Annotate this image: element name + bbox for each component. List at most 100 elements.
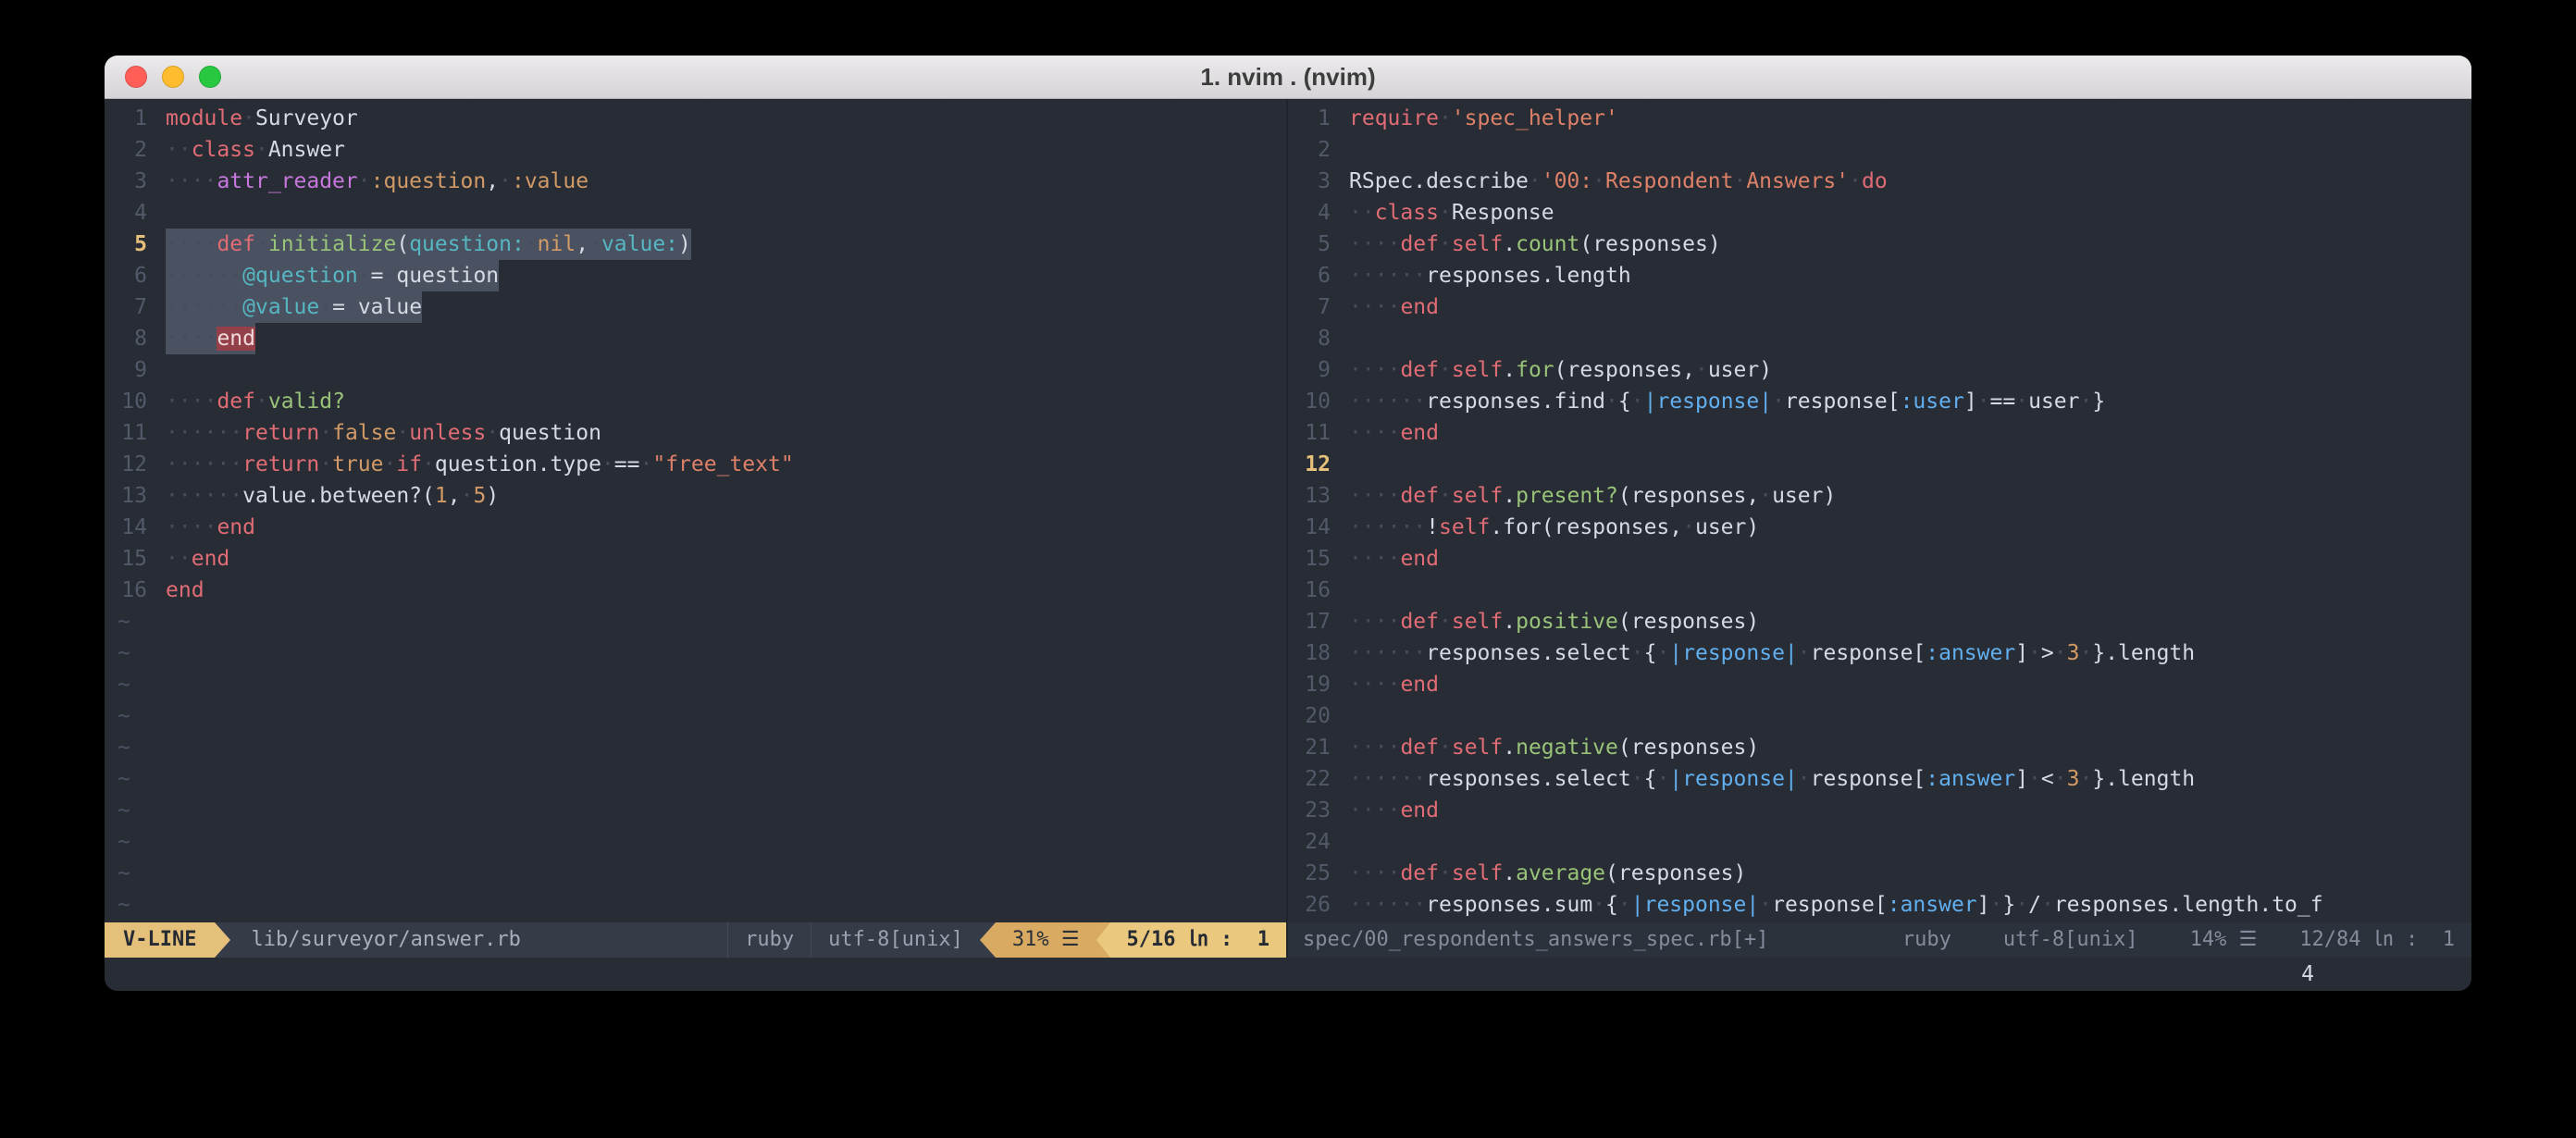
code-line[interactable]: 15····end (1288, 543, 2471, 575)
whitespace-dot-icon: · (1400, 893, 1413, 917)
whitespace-dot-icon: · (229, 452, 242, 476)
code-line[interactable]: 7······@value·=·value (105, 291, 1286, 323)
buffer-right[interactable]: 1require·'spec_helper'23RSpec.describe·'… (1288, 99, 2471, 922)
code-line[interactable]: 2 (1288, 134, 2471, 166)
code-line[interactable]: 19····end (1288, 669, 2471, 700)
code-text: ····def·initialize(question:·nil,·value:… (166, 229, 691, 260)
line-number: 4 (1288, 197, 1331, 229)
line-number: 20 (1288, 700, 1331, 732)
whitespace-dot-icon: · (1349, 390, 1362, 414)
whitespace-dot-icon: · (1413, 641, 1426, 665)
code-text: end (166, 575, 204, 606)
line-number: 15 (1288, 543, 1331, 575)
whitespace-dot-icon: · (1849, 169, 1862, 193)
code-text: ··end (166, 543, 229, 575)
whitespace-dot-icon: · (1349, 798, 1362, 823)
line-number: 14 (105, 512, 147, 543)
code-line[interactable]: 1require·'spec_helper' (1288, 103, 2471, 134)
code-line[interactable]: 5····def·self.count(responses) (1288, 229, 2471, 260)
command-line[interactable]: 4 (105, 958, 2471, 991)
whitespace-dot-icon: · (255, 390, 268, 414)
line-number: 3 (105, 166, 147, 197)
line-number: 2 (105, 134, 147, 166)
whitespace-dot-icon: · (1375, 295, 1388, 319)
code-line[interactable]: 4 (105, 197, 1286, 229)
code-line[interactable]: 9 (105, 354, 1286, 386)
editor-pane-right: 1require·'spec_helper'23RSpec.describe·'… (1288, 99, 2471, 958)
code-line[interactable]: 11······return·false·unless·question (105, 417, 1286, 449)
whitespace-dot-icon: · (1798, 641, 1811, 665)
whitespace-dot-icon: · (166, 515, 179, 539)
whitespace-dot-icon: · (179, 452, 192, 476)
empty-line-tilde: ~ (105, 669, 1286, 700)
code-text: ····end (1349, 291, 1439, 323)
code-line[interactable]: 12 (1288, 449, 2471, 480)
code-line[interactable]: 8····end (105, 323, 1286, 354)
whitespace-dot-icon: · (229, 264, 242, 288)
code-line[interactable]: 16 (1288, 575, 2471, 606)
empty-line-tilde: ~ (105, 795, 1286, 826)
code-line[interactable]: 13····def·self.present?(responses,·user) (1288, 480, 2471, 512)
code-line[interactable]: 7····end (1288, 291, 2471, 323)
code-text: ······responses.sum·{·|response|·respons… (1349, 889, 2323, 921)
whitespace-dot-icon: · (229, 295, 242, 319)
code-line[interactable]: 12······return·true·if·question.type·==·… (105, 449, 1286, 480)
showcmd-counter: 4 (2301, 958, 2314, 991)
code-line[interactable]: 26······responses.sum·{·|response|·respo… (1288, 889, 2471, 921)
minimize-button[interactable] (162, 66, 184, 88)
code-line[interactable]: 10····def·valid? (105, 386, 1286, 417)
code-text: ····attr_reader·:question,·:value (166, 166, 588, 197)
whitespace-dot-icon: · (1439, 232, 1452, 256)
titlebar[interactable]: 1. nvim . (nvim) (105, 56, 2471, 99)
code-line[interactable]: 25····def·self.average(responses) (1288, 858, 2471, 889)
code-line[interactable]: 24 (1288, 826, 2471, 858)
whitespace-dot-icon: · (1439, 106, 1452, 130)
code-line[interactable]: 20 (1288, 700, 2471, 732)
whitespace-dot-icon: · (358, 169, 371, 193)
code-line[interactable]: 21····def·self.negative(responses) (1288, 732, 2471, 763)
buffer-left[interactable]: 1module·Surveyor2··class·Answer3····attr… (105, 99, 1286, 922)
whitespace-dot-icon: · (2080, 641, 2093, 665)
whitespace-dot-icon: · (1362, 798, 1375, 823)
whitespace-dot-icon: · (166, 264, 179, 288)
code-line[interactable]: 14····end (105, 512, 1286, 543)
code-line[interactable]: 22······responses.select·{·|response|·re… (1288, 763, 2471, 795)
zoom-button[interactable] (199, 66, 221, 88)
code-line[interactable]: 6······responses.length (1288, 260, 2471, 291)
code-line[interactable]: 14······!self.for(responses,·user) (1288, 512, 2471, 543)
whitespace-dot-icon: · (2041, 893, 2054, 917)
whitespace-dot-icon: · (1362, 893, 1375, 917)
whitespace-dot-icon: · (192, 390, 204, 414)
code-line[interactable]: 17····def·self.positive(responses) (1288, 606, 2471, 637)
code-text: ······responses.find·{·|response|·respon… (1349, 386, 2105, 417)
empty-line-tilde: ~ (105, 858, 1286, 889)
code-line[interactable]: 2··class·Answer (105, 134, 1286, 166)
code-line[interactable]: 23····end (1288, 795, 2471, 826)
code-line[interactable]: 11····end (1288, 417, 2471, 449)
whitespace-dot-icon: · (1362, 767, 1375, 791)
filetype-right: ruby (1876, 922, 1977, 958)
line-number: 19 (1288, 669, 1331, 700)
whitespace-dot-icon: · (255, 138, 268, 162)
code-line[interactable]: 3RSpec.describe·'00:·Respondent·Answers'… (1288, 166, 2471, 197)
code-line[interactable]: 5····def·initialize(question:·nil,·value… (105, 229, 1286, 260)
whitespace-dot-icon: · (1388, 736, 1401, 760)
whitespace-dot-icon: · (1362, 673, 1375, 697)
code-line[interactable]: 15··end (105, 543, 1286, 575)
code-line[interactable]: 9····def·self.for(responses,·user) (1288, 354, 2471, 386)
line-number: 7 (105, 291, 147, 323)
code-line[interactable]: 3 ····attr_reader·:question,·:value (105, 166, 1286, 197)
code-line[interactable]: 4··class·Response (1288, 197, 2471, 229)
code-line[interactable]: 1module·Surveyor (105, 103, 1286, 134)
code-line[interactable]: 13······value.between?(1,·5) (105, 480, 1286, 512)
code-line[interactable]: 18······responses.select·{·|response|·re… (1288, 637, 2471, 669)
code-line[interactable]: 16end (105, 575, 1286, 606)
code-line[interactable]: 6······@question·=·question (105, 260, 1286, 291)
whitespace-dot-icon: · (1362, 484, 1375, 508)
whitespace-dot-icon: · (204, 295, 217, 319)
code-line[interactable]: 8 (1288, 323, 2471, 354)
close-button[interactable] (125, 66, 147, 88)
code-line[interactable]: 10······responses.find·{·|response|·resp… (1288, 386, 2471, 417)
whitespace-dot-icon: · (192, 264, 204, 288)
whitespace-dot-icon: · (2054, 767, 2067, 791)
